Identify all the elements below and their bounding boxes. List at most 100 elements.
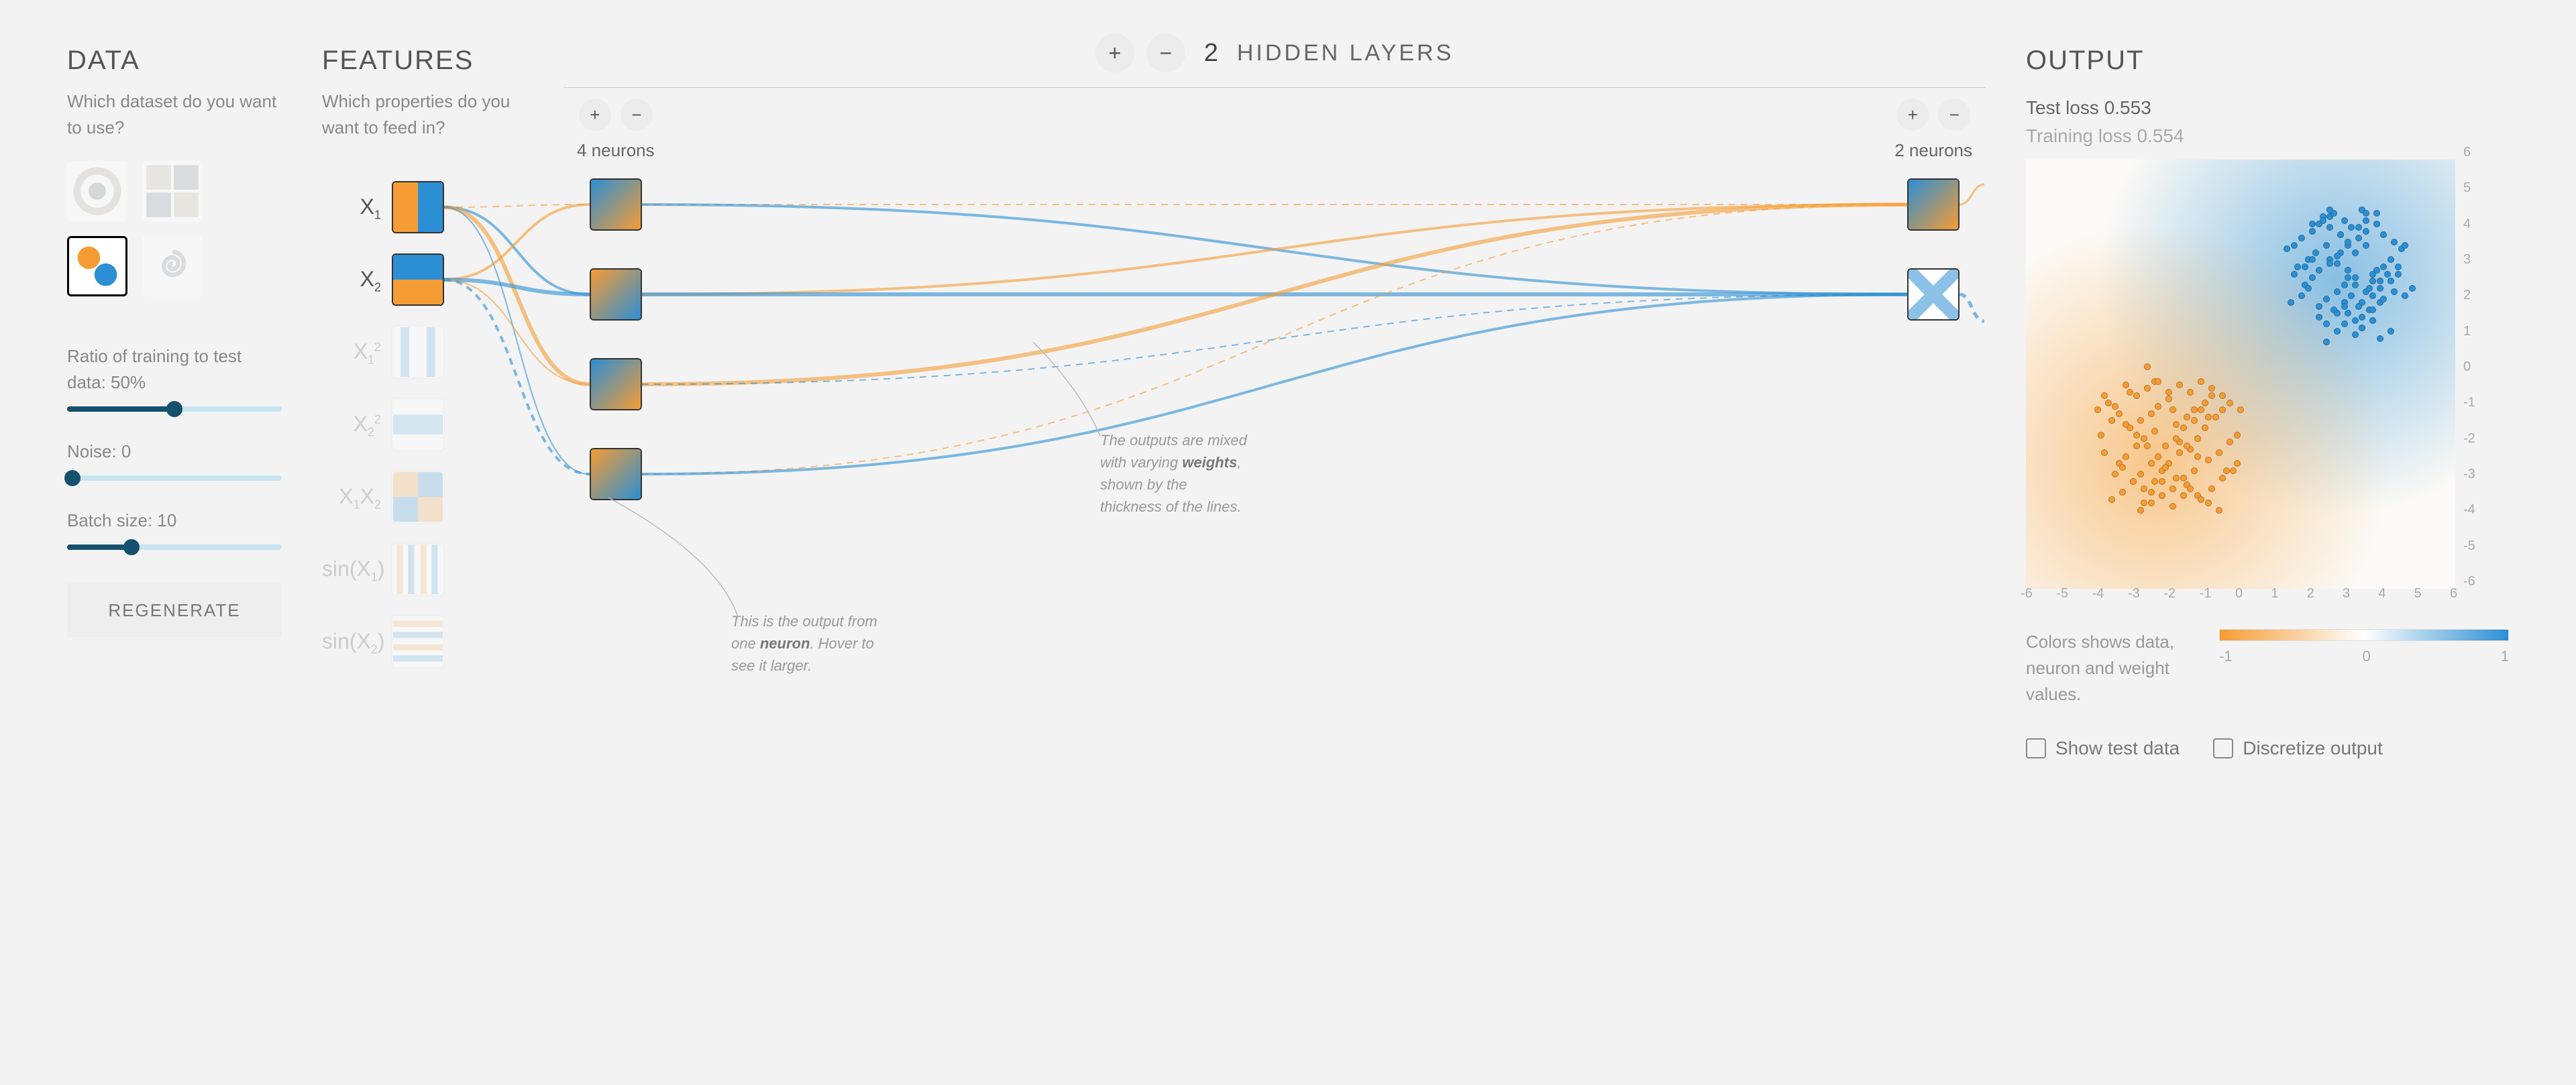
feature-thumbnail[interactable] [392,471,444,523]
feature-X[interactable]: X12 [322,326,523,378]
data-point [2180,475,2187,481]
y-axis-tick: -1 [2463,392,2475,412]
output-plot[interactable] [2026,160,2455,589]
x-axis-tick: 0 [2235,583,2243,604]
add-layer-button[interactable]: + [1095,34,1134,72]
data-point [2341,321,2348,327]
data-point [2377,335,2383,342]
network-panel: + − 2 HIDDEN LAYERS +−4 neurons+−2 neuro… [564,27,1986,1045]
show-test-data-checkbox[interactable]: Show test data [2026,734,2180,762]
output-panel: OUTPUT Test loss 0.553 Training loss 0.5… [2026,27,2509,1045]
discretize-output-checkbox[interactable]: Discretize output [2213,734,2383,762]
data-point [2341,282,2348,288]
dataset-circle[interactable] [67,161,127,221]
dataset-spiral[interactable] [142,236,203,296]
x-axis-tick: 6 [2450,583,2457,604]
ratio-slider[interactable] [67,406,282,412]
y-axis-tick: 0 [2463,357,2471,377]
data-point [2205,457,2212,463]
remove-layer-button[interactable]: − [1146,34,1185,72]
feature-thumbnail[interactable] [392,398,444,451]
data-point [2119,489,2126,496]
batch-slider[interactable] [67,545,282,550]
data-point [2363,228,2369,235]
data-point [2173,435,2180,442]
data-point [2352,282,2359,288]
x-axis-tick: -3 [2128,583,2140,604]
neuron-node[interactable] [590,358,642,410]
feature-XX[interactable]: X1X2 [322,471,523,523]
features-panel: FEATURES Which properties do you want to… [322,27,523,1045]
data-point [2348,292,2355,299]
feature-thumbnail[interactable] [392,181,444,233]
feature-X[interactable]: X2 [322,253,523,306]
data-point [2226,400,2233,406]
data-point [2187,486,2194,492]
add-neuron-button[interactable]: + [579,99,611,131]
data-point [2212,414,2219,420]
y-axis-tick: 3 [2463,249,2471,270]
x-axis-tick: 2 [2307,583,2314,604]
noise-slider[interactable] [67,475,282,481]
x-axis-tick: 4 [2378,583,2385,604]
data-point [2359,314,2365,321]
data-point [2173,421,2180,428]
data-point [2369,292,2376,299]
add-neuron-button[interactable]: + [1896,99,1929,131]
data-point [2334,253,2341,260]
feature-label: sin(X1) [322,553,381,586]
test-loss: Test loss 0.553 [2026,94,2509,122]
data-point [2141,500,2147,506]
data-point [2216,507,2222,514]
data-point [2133,443,2140,449]
data-point [2395,264,2402,270]
data-point [2219,475,2226,481]
data-point [2234,432,2241,439]
features-section-title: FEATURES [322,40,523,80]
remove-neuron-button[interactable]: − [1938,99,1970,131]
feature-thumbnail[interactable] [392,326,444,378]
data-point [2098,432,2104,439]
data-point [2202,424,2208,431]
y-axis-tick: 2 [2463,285,2471,305]
neuron-node[interactable] [590,268,642,321]
feature-label: X2 [322,263,381,296]
data-point [2198,496,2204,503]
feature-thumbnail[interactable] [392,616,444,668]
data-point [2191,417,2198,424]
data-point [2320,217,2326,224]
feature-sinX[interactable]: sin(X1) [322,543,523,595]
data-point [2402,292,2408,299]
neuron-node[interactable] [590,448,642,500]
data-point [2191,406,2198,413]
data-point [2298,235,2305,241]
data-point [2205,500,2212,506]
remove-neuron-button[interactable]: − [621,99,653,131]
data-point [2334,260,2341,267]
neuron-count-label: 4 neurons [577,137,655,164]
data-point [2316,314,2322,321]
data-point [2288,299,2294,306]
dataset-gaussian[interactable] [67,236,127,296]
neuron-node[interactable] [590,178,642,231]
neuron-node[interactable] [1907,268,1960,321]
y-axis-tick: 4 [2463,214,2471,234]
data-point [2108,496,2115,503]
feature-sinX[interactable]: sin(X2) [322,616,523,668]
regenerate-button[interactable]: REGENERATE [67,583,282,637]
feature-thumbnail[interactable] [392,253,444,306]
data-point [2173,475,2180,481]
data-point [2137,471,2144,477]
data-point [2341,303,2348,310]
feature-thumbnail[interactable] [392,543,444,595]
network-divider [564,87,1986,88]
data-point [2359,325,2365,331]
feature-X[interactable]: X1 [322,181,523,233]
feature-label: X22 [322,408,381,441]
feature-X[interactable]: X22 [322,398,523,451]
data-point [2094,406,2101,413]
x-axis-tick: -5 [2056,583,2068,604]
neuron-node[interactable] [1907,178,1960,231]
legend-text: Colors shows data, neuron and weight val… [2026,629,2200,707]
dataset-xor[interactable] [142,161,203,221]
